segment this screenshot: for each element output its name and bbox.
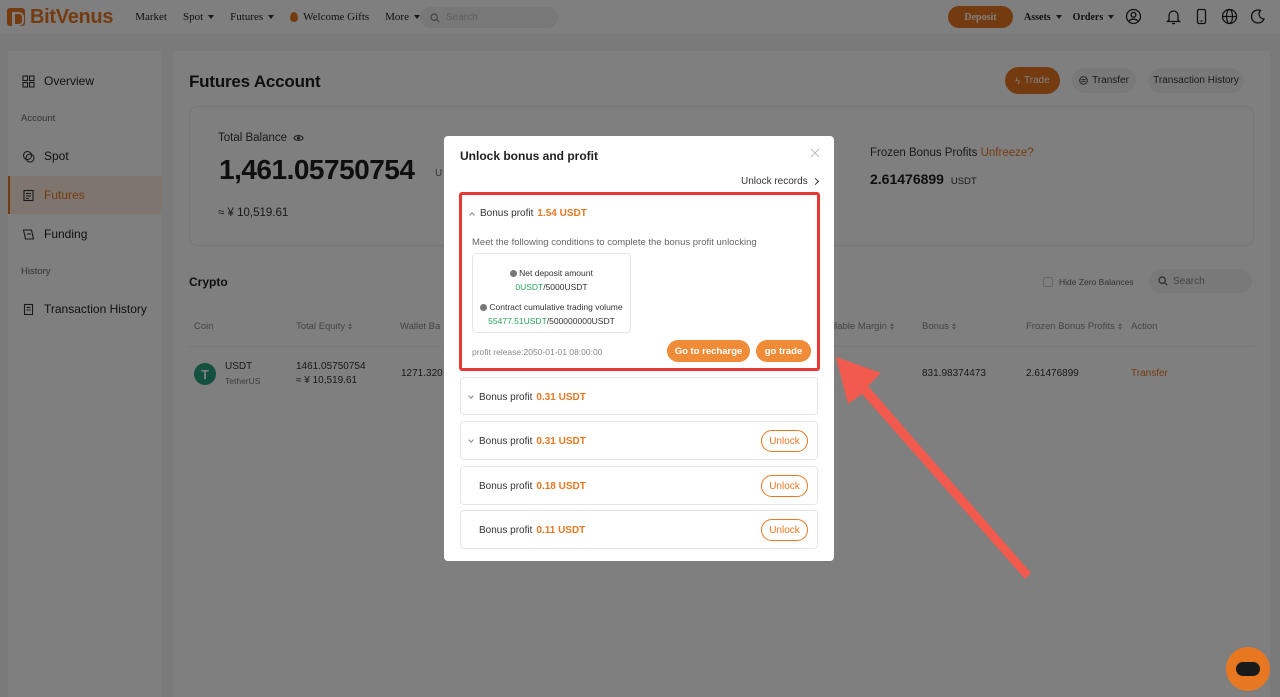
chevron-up-icon (469, 212, 475, 218)
bonus-item[interactable]: Bonus profit 0.31 USDT (460, 377, 818, 415)
bonus-item-header[interactable]: Bonus profit 0.31 USDT (468, 392, 586, 403)
conditions-text: Meet the following conditions to complet… (472, 237, 757, 248)
bonus-label: Bonus profit (479, 436, 533, 447)
deposit-target: /5000USDT (543, 282, 588, 292)
coin-icon (510, 269, 518, 277)
bonus-item-header[interactable]: Bonus profit 1.54 USDT (469, 208, 587, 219)
deposit-current: 0USDT (515, 282, 544, 292)
close-icon[interactable] (810, 148, 820, 158)
go-trade-button[interactable]: go trade (756, 340, 811, 362)
bonus-item-expanded: Bonus profit 1.54 USDT Meet the followin… (459, 192, 820, 371)
go-to-recharge-button[interactable]: Go to recharge (667, 340, 750, 362)
bonus-label: Bonus profit (479, 525, 533, 536)
unlock-button[interactable]: Unlock (761, 519, 808, 541)
unlock-button[interactable]: Unlock (761, 475, 808, 497)
chevron-down-icon (468, 437, 474, 443)
bonus-label: Bonus profit (480, 208, 534, 219)
unlock-button[interactable]: Unlock (761, 430, 808, 452)
deposit-condition-label: Net deposit amount (473, 268, 630, 278)
unlock-records-label: Unlock records (741, 176, 808, 187)
bonus-amount: 0.11 USDT (536, 525, 586, 536)
unlock-bonus-modal: Unlock bonus and profit Unlock records B… (444, 136, 834, 561)
chevron-right-icon (811, 177, 819, 186)
bonus-item-header: Bonus profit 0.11 USDT (479, 525, 585, 536)
chat-icon (1236, 662, 1260, 676)
bonus-item-header: Bonus profit 0.18 USDT (479, 481, 586, 492)
conditions-card: Net deposit amount 0USDT/5000USDT Contra… (472, 253, 631, 333)
deposit-label: Net deposit amount (519, 268, 593, 278)
bonus-item[interactable]: Bonus profit 0.31 USDT Unlock (460, 421, 818, 460)
unlock-records-link[interactable]: Unlock records (741, 176, 819, 187)
volume-current: 55477.51USDT (488, 316, 547, 326)
deposit-progress: 0USDT/5000USDT (473, 282, 630, 292)
bonus-amount: 0.18 USDT (536, 481, 586, 492)
profit-release-date: profit release:2050-01-01 08:00:00 (472, 347, 603, 357)
volume-label: Contract cumulative trading volume (489, 302, 623, 312)
bonus-item-header[interactable]: Bonus profit 0.31 USDT (468, 436, 586, 447)
bonus-item[interactable]: Bonus profit 0.11 USDT Unlock (460, 510, 818, 549)
volume-condition-label: Contract cumulative trading volume (473, 302, 630, 312)
bonus-amount: 1.54 USDT (537, 208, 587, 219)
bonus-label: Bonus profit (479, 392, 533, 403)
bonus-item[interactable]: Bonus profit 0.18 USDT Unlock (460, 466, 818, 505)
volume-progress: 55477.51USDT/500000000USDT (473, 316, 630, 326)
bonus-label: Bonus profit (479, 481, 533, 492)
coin-icon (480, 303, 488, 311)
chevron-down-icon (468, 393, 474, 399)
bonus-amount: 0.31 USDT (536, 436, 586, 447)
chat-support-button[interactable] (1226, 647, 1270, 691)
volume-target: /500000000USDT (546, 316, 615, 326)
bonus-amount: 0.31 USDT (536, 392, 586, 403)
modal-title: Unlock bonus and profit (460, 149, 598, 163)
